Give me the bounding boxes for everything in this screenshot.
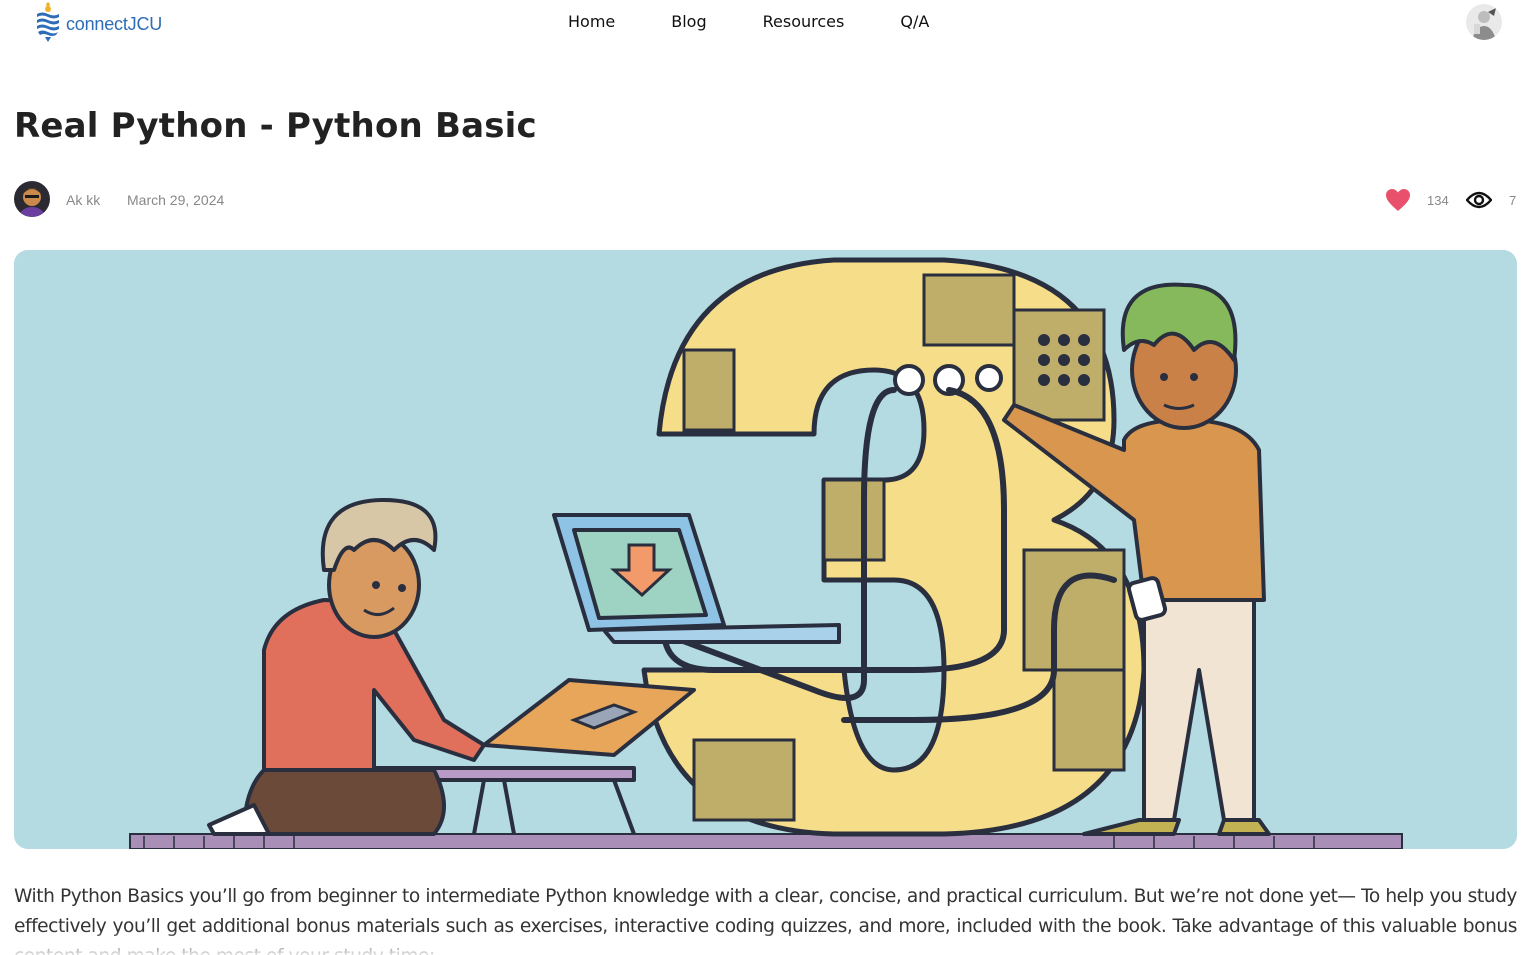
post-date: March 29, 2024 [127, 192, 225, 208]
brand-name: connectJCU [66, 13, 163, 34]
main-nav: Home Blog Resources Q/A [568, 12, 929, 31]
nav-resources[interactable]: Resources [763, 12, 845, 31]
nav-home[interactable]: Home [568, 12, 615, 31]
site-header: connectJCU Home Blog Resources Q/A [0, 0, 1534, 46]
scroll-fade [0, 930, 1534, 955]
nav-qa[interactable]: Q/A [900, 12, 929, 31]
author-avatar[interactable] [14, 181, 50, 217]
like-count: 134 [1427, 193, 1449, 208]
user-avatar-image [1466, 4, 1502, 40]
author-name[interactable]: Ak kk [66, 192, 100, 208]
brand-logo[interactable]: connectJCU [34, 2, 162, 42]
wave-logo-icon [37, 2, 59, 42]
eye-icon [1466, 191, 1492, 209]
nav-blog[interactable]: Blog [671, 12, 706, 31]
view-count: 7 [1509, 193, 1517, 208]
page-title: Real Python - Python Basic [14, 106, 537, 146]
author-avatar-image [14, 181, 50, 217]
heart-icon[interactable] [1385, 188, 1411, 212]
python-illustration [14, 250, 1517, 849]
user-avatar[interactable] [1466, 4, 1502, 40]
post-meta: Ak kk March 29, 2024 134 7 [14, 181, 1520, 219]
hero-image [14, 250, 1517, 849]
